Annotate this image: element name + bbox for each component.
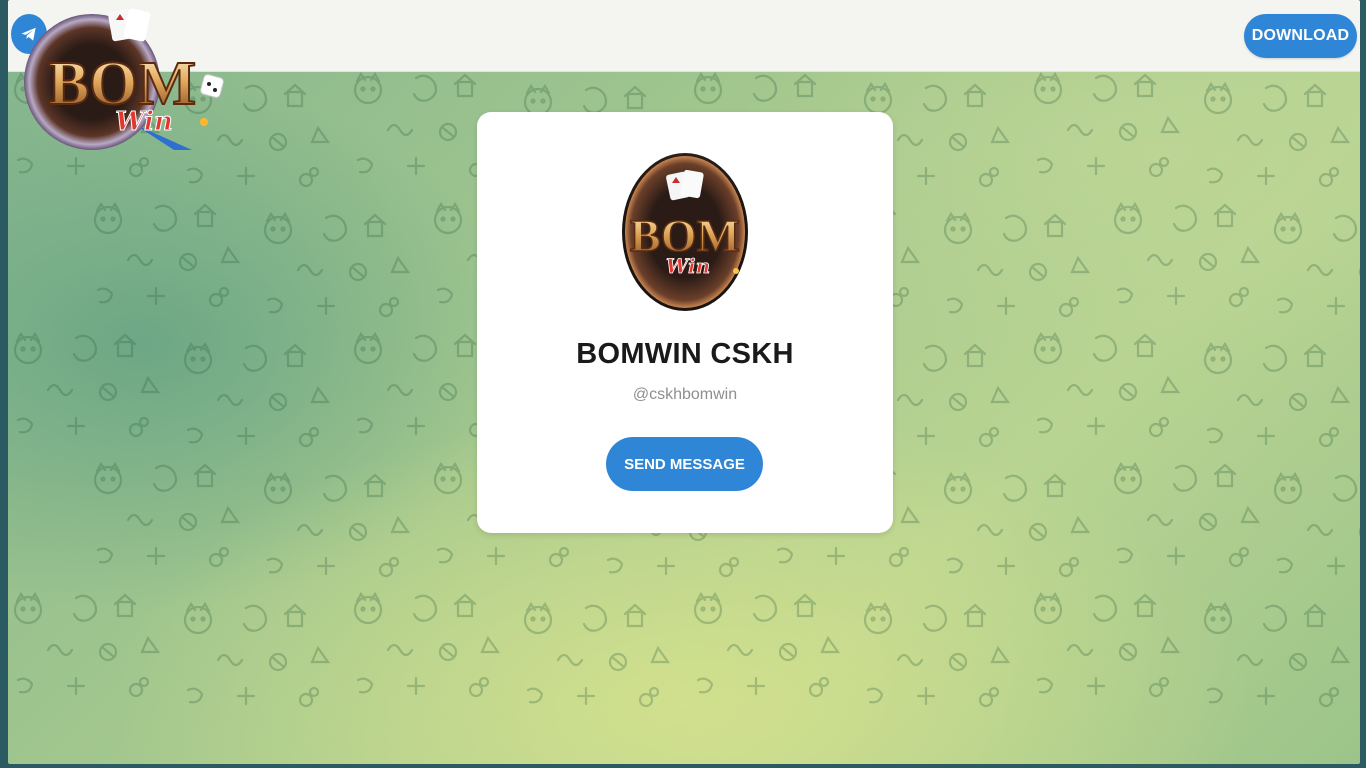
- profile-name: BOMWIN CSKH: [576, 338, 794, 370]
- svg-text:Win: Win: [666, 254, 710, 278]
- profile-username: @cskhbomwin: [632, 386, 738, 403]
- download-button[interactable]: DOWNLOAD: [1244, 14, 1357, 58]
- svg-text:Win: Win: [115, 107, 173, 137]
- send-message-button[interactable]: SEND MESSAGE: [606, 437, 763, 491]
- profile-card: BOM Win BOMWIN CSKH @cskhbomwin SEND MES…: [477, 112, 893, 533]
- bomwin-avatar-logo: BOM Win: [625, 156, 745, 308]
- bomwin-site-logo[interactable]: BOM Win: [14, 4, 230, 152]
- avatar: BOM Win: [622, 153, 748, 311]
